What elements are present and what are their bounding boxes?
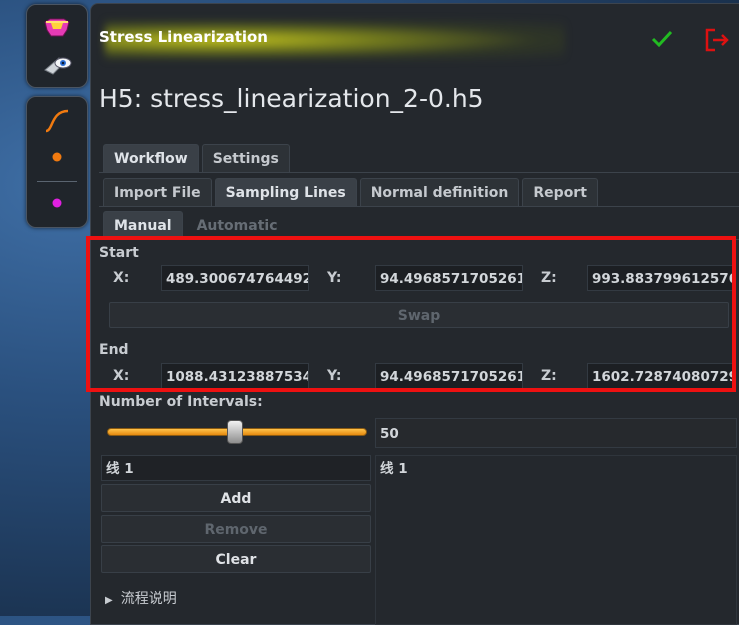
mode-tabs: Manual Automatic xyxy=(103,211,292,239)
tab-normal-definition[interactable]: Normal definition xyxy=(359,178,520,206)
end-z-field[interactable]: 1602.728740807298 xyxy=(587,363,735,389)
line-selector[interactable]: 线 1 xyxy=(101,455,371,481)
list-item[interactable]: 线 1 xyxy=(380,461,408,477)
check-icon[interactable] xyxy=(649,26,675,52)
end-label: End xyxy=(99,342,129,358)
add-button[interactable]: Add xyxy=(101,484,371,512)
start-z-field[interactable]: 993.8837996125764 xyxy=(587,265,735,291)
start-y-label: Y: xyxy=(327,270,342,286)
remove-button[interactable]: Remove xyxy=(101,515,371,543)
workflow-description-expander[interactable]: ▶ 流程说明 xyxy=(105,588,177,608)
eye-view-icon[interactable] xyxy=(41,51,73,79)
stress-linearization-panel: Stress Linearization H5: stress_lineariz… xyxy=(90,3,739,625)
tab-sampling-lines[interactable]: Sampling Lines xyxy=(214,178,357,207)
line-list[interactable]: 线 1 xyxy=(375,455,737,625)
intervals-value-field[interactable]: 50 xyxy=(375,418,737,448)
end-y-field[interactable]: 94.49685717052614 xyxy=(375,363,523,389)
tab-settings[interactable]: Settings xyxy=(201,144,290,172)
tab-automatic: Automatic xyxy=(196,218,278,234)
mode-tabs-divider xyxy=(99,239,739,240)
panel-title: Stress Linearization xyxy=(99,28,268,46)
main-tabs: Workflow Settings xyxy=(103,144,293,173)
workflow-tabs: Import File Sampling Lines Normal defini… xyxy=(103,178,601,207)
start-z-label: Z: xyxy=(541,270,557,286)
intervals-slider-handle[interactable] xyxy=(226,420,243,444)
tab-import-file[interactable]: Import File xyxy=(103,178,212,206)
magenta-point-icon[interactable] xyxy=(41,189,73,217)
expand-arrow-icon: ▶ xyxy=(105,595,113,606)
toolbar-divider xyxy=(37,181,77,182)
expander-label: 流程说明 xyxy=(120,591,177,607)
start-label: Start xyxy=(99,245,139,261)
tab-workflow[interactable]: Workflow xyxy=(103,144,199,173)
tab-manual[interactable]: Manual xyxy=(103,211,183,239)
end-x-field[interactable]: 1088.431238875342 xyxy=(161,363,309,389)
start-x-label: X: xyxy=(113,270,130,286)
toolbar-group-top xyxy=(26,4,88,88)
swap-button[interactable]: Swap xyxy=(109,302,729,328)
orange-point-icon[interactable] xyxy=(41,143,73,171)
end-x-label: X: xyxy=(113,368,130,384)
start-x-field[interactable]: 489.3006747644926 xyxy=(161,265,309,291)
start-y-field[interactable]: 94.49685717052614 xyxy=(375,265,523,291)
intervals-label: Number of Intervals: xyxy=(99,394,263,410)
curve-line-icon[interactable] xyxy=(41,107,73,135)
panel-header: Stress Linearization xyxy=(91,4,739,74)
workflow-tabs-divider xyxy=(99,206,739,207)
clear-button[interactable]: Clear xyxy=(101,545,371,573)
main-tabs-divider xyxy=(99,172,739,173)
end-y-label: Y: xyxy=(327,368,342,384)
tab-report[interactable]: Report xyxy=(522,178,598,206)
toolbar-group-bottom xyxy=(26,96,88,228)
stress-linearization-tool-icon[interactable] xyxy=(41,15,73,43)
file-title: H5: stress_linearization_2-0.h5 xyxy=(99,84,484,113)
end-z-label: Z: xyxy=(541,368,557,384)
exit-icon[interactable] xyxy=(703,26,731,54)
